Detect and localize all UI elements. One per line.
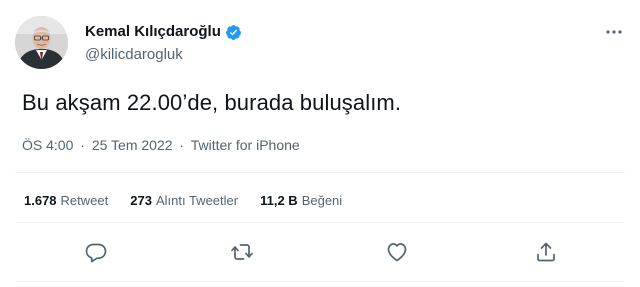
meta-separator: · [80,137,85,153]
share-icon [537,242,555,262]
stat-label: Retweet [60,193,109,208]
like-button[interactable] [385,240,409,264]
engagement-stats: 1.678 Retweet 273 Alıntı Tweetler 11,2 B… [24,193,342,209]
quote-tweet-count[interactable]: 273 Alıntı Tweetler [130,193,238,209]
divider [15,222,625,223]
tweet-date[interactable]: 25 Tem 2022 [92,137,173,153]
retweet-icon [231,244,253,260]
tweet-metadata: ÖS 4:00 · 25 Tem 2022 · Twitter for iPho… [22,136,300,154]
stat-count: 1.678 [24,193,57,208]
reply-button[interactable] [84,240,108,264]
retweet-count[interactable]: 1.678 Retweet [24,193,108,209]
like-icon [387,243,407,262]
reply-icon [85,243,107,263]
retweet-button[interactable] [230,240,254,264]
author-name-row: Kemal Kılıçdaroğlu [85,23,242,41]
tweet-text: Bu akşam 22.00’de, burada buluşalım. [22,90,402,115]
meta-separator: · [179,137,185,153]
stat-count: 273 [130,193,152,208]
divider [15,172,625,173]
divider [15,281,625,282]
tweet-card: Kemal Kılıçdaroğlu @kilicdarogluk Bu akş… [0,0,640,287]
stat-label: Alıntı Tweetler [155,193,239,208]
avatar-image [15,16,68,69]
author-handle[interactable]: @kilicdarogluk [85,46,183,64]
like-count[interactable]: 11,2 B Beğeni [260,193,342,209]
tweet-time[interactable]: ÖS 4:00 [22,137,73,153]
tweet-source[interactable]: Twitter for iPhone [191,137,300,153]
verified-badge-icon [225,24,241,40]
author-display-name[interactable]: Kemal Kılıçdaroğlu [85,23,221,41]
share-button[interactable] [534,240,558,264]
stat-count: 11,2 B [260,193,298,208]
stat-label: Beğeni [301,193,343,208]
more-options-icon[interactable] [602,22,626,42]
avatar[interactable] [15,16,68,69]
action-bar [0,240,640,264]
